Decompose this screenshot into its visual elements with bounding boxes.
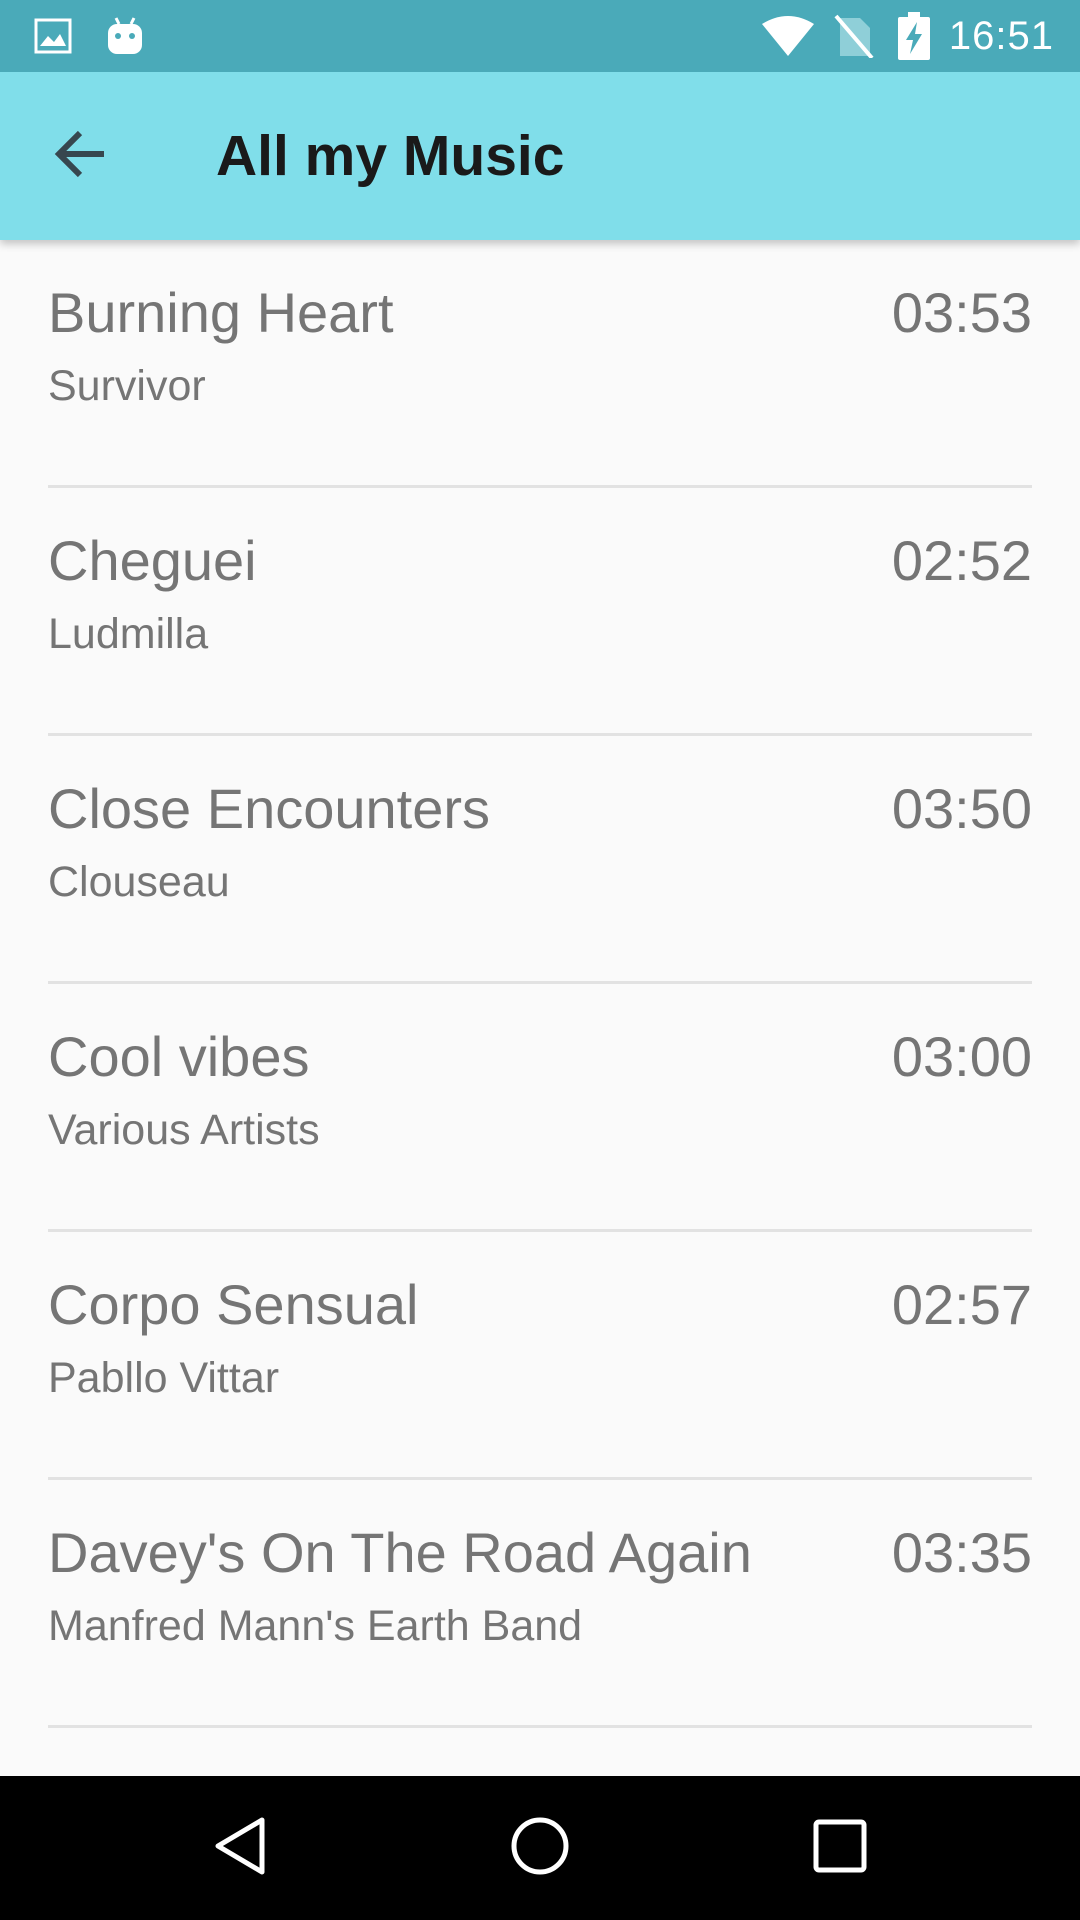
song-duration: 03:53	[891, 281, 1032, 344]
song-duration: 03:35	[891, 1521, 1032, 1584]
song-duration: 03:50	[891, 777, 1032, 840]
song-title: Cool vibes	[48, 1025, 310, 1088]
song-row[interactable]: Burning Heart Survivor 03:53	[48, 240, 1032, 488]
song-title: Burning Heart	[48, 281, 394, 344]
nav-back-button[interactable]	[190, 1798, 290, 1898]
nav-recents-button[interactable]	[790, 1798, 890, 1898]
android-icon	[106, 0, 144, 72]
song-duration: 02:52	[891, 529, 1032, 592]
home-circle-icon	[510, 1816, 570, 1881]
song-row[interactable]: Davey's On The Road Again Manfred Mann's …	[48, 1480, 1032, 1728]
song-duration: 02:57	[891, 1273, 1032, 1336]
nav-home-button[interactable]	[490, 1798, 590, 1898]
battery-charging-icon	[898, 0, 930, 72]
song-artist: Manfred Mann's Earth Band	[48, 1602, 583, 1650]
song-title: Close Encounters	[48, 777, 491, 840]
system-nav-bar	[0, 1776, 1080, 1920]
back-triangle-icon	[212, 1816, 268, 1881]
arrow-back-icon	[54, 130, 106, 183]
song-title: Dau Onda	[48, 1768, 303, 1776]
song-row[interactable]: Close Encounters Clouseau 03:50	[48, 736, 1032, 984]
song-artist: Ludmilla	[48, 610, 209, 658]
song-row[interactable]: Corpo Sensual Pabllo Vittar 02:57	[48, 1232, 1032, 1480]
status-bar: 16:51	[0, 0, 1080, 72]
song-list[interactable]: Burning Heart Survivor 03:53 Cheguei Ludmill…	[0, 240, 1080, 1776]
song-title: Davey's On The Road Again	[48, 1521, 752, 1584]
no-sim-icon	[834, 0, 874, 72]
page-title: All my Music	[216, 124, 565, 188]
recents-square-icon	[813, 1819, 867, 1878]
image-icon	[34, 0, 72, 72]
song-duration: 03:00	[891, 1025, 1032, 1088]
song-artist: Clouseau	[48, 858, 230, 906]
song-artist: Various Artists	[48, 1106, 320, 1154]
song-row[interactable]: Cheguei Ludmilla 02:52	[48, 488, 1032, 736]
song-row[interactable]: Cool vibes Various Artists 03:00	[48, 984, 1032, 1232]
song-artist: Pabllo Vittar	[48, 1354, 280, 1402]
song-artist: Survivor	[48, 362, 206, 410]
wifi-icon	[760, 0, 816, 72]
back-button[interactable]	[40, 116, 120, 196]
song-row[interactable]: Dau Onda 03:24	[48, 1728, 1032, 1776]
song-duration: 03:24	[892, 1768, 1032, 1776]
app-bar: All my Music	[0, 72, 1080, 240]
song-title: Cheguei	[48, 529, 257, 592]
song-title: Corpo Sensual	[48, 1273, 419, 1336]
status-time: 16:51	[948, 14, 1054, 58]
